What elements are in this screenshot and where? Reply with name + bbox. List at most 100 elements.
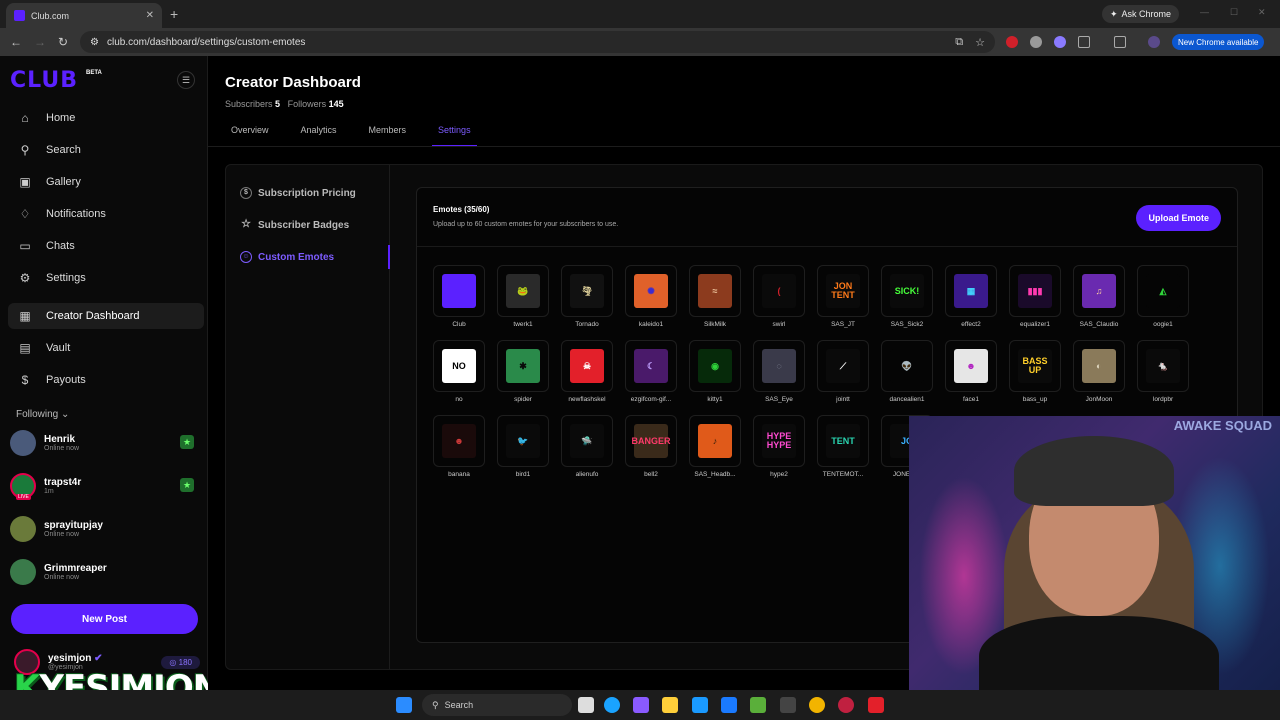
club-logo[interactable]: CLUB xyxy=(10,68,78,93)
extension-gray-icon[interactable] xyxy=(1030,36,1042,48)
new-post-button[interactable]: New Post xyxy=(11,604,198,634)
settings-subscription-pricing[interactable]: $ Subscription Pricing xyxy=(240,187,356,199)
emote-item[interactable]: ☠ newflashskel xyxy=(559,340,615,403)
gallery-icon: ▣ xyxy=(19,175,31,189)
extension-purple-icon[interactable] xyxy=(1054,36,1066,48)
subscribers-label: Subscribers xyxy=(225,99,273,109)
emote-item[interactable]: 🌪 Tornado xyxy=(559,265,615,328)
emote-item[interactable]: ♪ SAS_Headb... xyxy=(687,415,743,478)
menu-icon[interactable]: ☰ xyxy=(177,71,195,89)
url-field[interactable]: ⚙ club.com/dashboard/settings/custom-emo… xyxy=(80,31,995,53)
tab-settings[interactable]: Settings xyxy=(432,125,477,147)
extensions-puzzle-icon[interactable] xyxy=(1078,36,1090,48)
emote-item[interactable]: ◭ oogie1 xyxy=(1135,265,1191,328)
emote-item[interactable]: ⟋ jointt xyxy=(815,340,871,403)
emote-item[interactable]: SICK! SAS_Sick2 xyxy=(879,265,935,328)
emote-item[interactable]: ▮▮▮ equalizer1 xyxy=(1007,265,1063,328)
nav-creator-dashboard[interactable]: ▦ Creator Dashboard xyxy=(8,303,204,329)
minimize-icon[interactable]: — xyxy=(1200,7,1209,17)
nav-chats[interactable]: ▭ Chats xyxy=(8,233,204,259)
app-icon[interactable] xyxy=(838,697,854,713)
following-item-sprayitupjay[interactable]: sprayitupjay Online now xyxy=(10,512,200,546)
emote-item[interactable]: ☻ face1 xyxy=(943,340,999,403)
emote-name: Tornado xyxy=(575,321,599,328)
nav-settings[interactable]: ⚙ Settings xyxy=(8,265,204,291)
reload-icon[interactable]: ↻ xyxy=(58,35,68,49)
settings-subscriber-badges[interactable]: ☆ Subscriber Badges xyxy=(240,219,349,231)
ask-chrome-button[interactable]: ✦ Ask Chrome xyxy=(1102,5,1180,23)
emote-item[interactable]: (swirl xyxy=(751,265,807,328)
emote-name: lordpbr xyxy=(1152,396,1174,403)
emote-item[interactable]: ☻ banana xyxy=(431,415,487,478)
credits-badge[interactable]: ◎ 180 xyxy=(161,655,200,669)
emote-item[interactable]: Club xyxy=(431,265,487,328)
nav-notifications[interactable]: ♢ Notifications xyxy=(8,201,204,227)
forward-icon[interactable]: → xyxy=(34,35,46,49)
emote-item[interactable]: JON TENT SAS_JT xyxy=(815,265,871,328)
emote-item[interactable]: ✱ spider xyxy=(495,340,551,403)
following-header[interactable]: Following ⌄ xyxy=(16,409,69,420)
office-icon[interactable] xyxy=(750,697,766,713)
emote-item[interactable]: ☾ ezgifcom-gif... xyxy=(623,340,679,403)
new-tab-icon[interactable]: + xyxy=(170,6,178,22)
mail-icon[interactable] xyxy=(721,697,737,713)
tab-overview[interactable]: Overview xyxy=(225,125,275,147)
emote-item[interactable]: ♫ SAS_Claudio xyxy=(1071,265,1127,328)
emote-item[interactable]: 🐁 lordpbr xyxy=(1135,340,1191,403)
profile-avatar-icon[interactable] xyxy=(1148,36,1160,48)
bookmark-star-icon[interactable]: ☆ xyxy=(975,36,985,49)
extension-red-icon[interactable] xyxy=(1006,36,1018,48)
upload-emote-button[interactable]: Upload Emote xyxy=(1136,205,1221,231)
nav-payouts[interactable]: $ Payouts xyxy=(8,367,204,393)
edge-icon[interactable] xyxy=(604,697,620,713)
emote-item[interactable]: HYPE HYPE hype2 xyxy=(751,415,807,478)
emote-item[interactable]: ◌ SAS_Eye xyxy=(751,340,807,403)
emote-item[interactable]: ✺ kaleido1 xyxy=(623,265,679,328)
windows-start-icon[interactable] xyxy=(396,697,412,713)
nav-label: Gallery xyxy=(46,176,81,188)
divider xyxy=(417,246,1237,247)
tab-members[interactable]: Members xyxy=(363,125,413,147)
emote-item[interactable]: ◐ JonMoon xyxy=(1071,340,1127,403)
settings-custom-emotes[interactable]: ☺ Custom Emotes xyxy=(240,251,334,263)
emote-item[interactable]: ▦ effect2 xyxy=(943,265,999,328)
emote-item[interactable]: BASS UP bass_up xyxy=(1007,340,1063,403)
emote-item[interactable]: ≈ SilkMilk xyxy=(687,265,743,328)
obs-icon[interactable] xyxy=(868,697,884,713)
emote-item[interactable]: 🛸 alienufo xyxy=(559,415,615,478)
browser-tab[interactable]: Club.com ✕ xyxy=(6,3,162,28)
emote-item[interactable]: NO no xyxy=(431,340,487,403)
nav-search[interactable]: ⚲ Search xyxy=(8,137,204,163)
side-panel-icon[interactable] xyxy=(1114,36,1126,48)
tab-analytics[interactable]: Analytics xyxy=(295,125,343,147)
emote-item[interactable]: 👽 dancealien1 xyxy=(879,340,935,403)
page-title: Creator Dashboard xyxy=(225,74,361,91)
nav-vault[interactable]: ▤ Vault xyxy=(8,335,204,361)
search-icon: ⚲ xyxy=(20,143,30,157)
following-item-henrik[interactable]: Henrik Online now ★ xyxy=(10,426,200,460)
nav-home[interactable]: ⌂ Home xyxy=(8,105,204,131)
new-chrome-available-button[interactable]: New Chrome available xyxy=(1172,34,1265,50)
close-tab-icon[interactable]: ✕ xyxy=(146,10,154,21)
file-explorer-icon[interactable] xyxy=(662,697,678,713)
emote-item[interactable]: TENT TENTEMOT... xyxy=(815,415,871,478)
emote-item[interactable]: BANGER bell2 xyxy=(623,415,679,478)
back-icon[interactable]: ← xyxy=(10,35,22,49)
following-item-trapst4r[interactable]: LIVE trapst4r 1m ★ xyxy=(10,469,200,503)
app-icon[interactable] xyxy=(780,697,796,713)
close-window-icon[interactable]: ✕ xyxy=(1258,7,1266,18)
store-icon[interactable] xyxy=(692,697,708,713)
maximize-icon[interactable]: ☐ xyxy=(1230,7,1238,18)
following-item-grimmreaper[interactable]: Grimmreaper Online now xyxy=(10,555,200,589)
emote-item[interactable]: 🐦 bird1 xyxy=(495,415,551,478)
site-info-icon[interactable]: ⚙ xyxy=(90,37,99,48)
following-name: Henrik xyxy=(44,434,76,445)
copilot-icon[interactable] xyxy=(633,697,649,713)
install-icon[interactable]: ⧉ xyxy=(955,36,963,49)
emote-item[interactable]: 🐸 twerk1 xyxy=(495,265,551,328)
taskbar-search[interactable]: ⚲ Search xyxy=(422,694,572,716)
task-view-icon[interactable] xyxy=(578,697,594,713)
emote-item[interactable]: ◉ kitty1 xyxy=(687,340,743,403)
chrome-icon[interactable] xyxy=(809,697,825,713)
nav-gallery[interactable]: ▣ Gallery xyxy=(8,169,204,195)
